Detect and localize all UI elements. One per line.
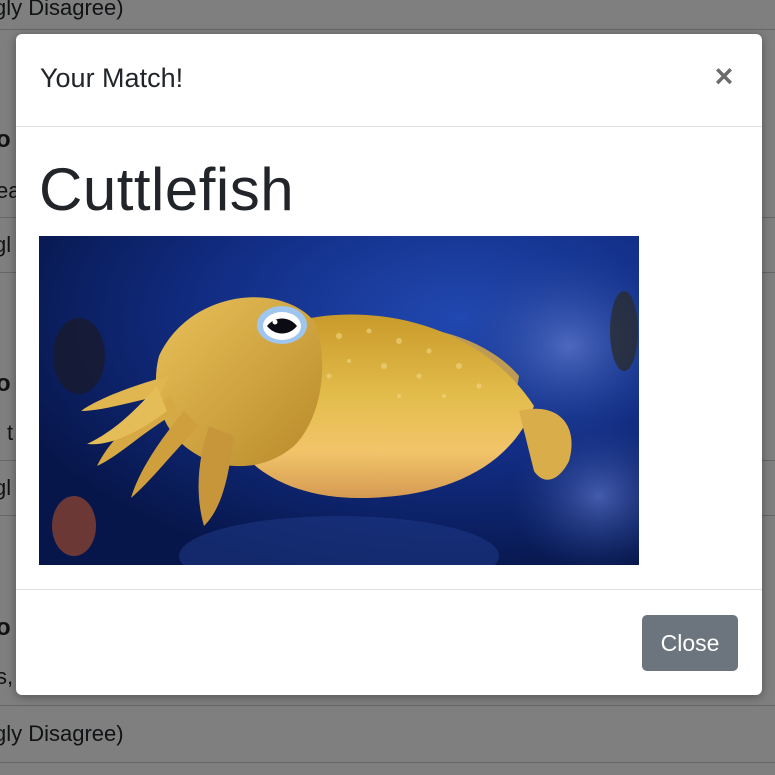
- modal-body: Cuttlefish: [16, 127, 762, 589]
- cuttlefish-photo: [39, 236, 639, 565]
- close-icon[interactable]: ×: [712, 60, 736, 92]
- match-animal-name: Cuttlefish: [39, 156, 295, 223]
- modal-title: Your Match!: [40, 63, 184, 93]
- modal-footer: Close: [16, 589, 762, 695]
- modal-header: Your Match! ×: [16, 34, 762, 127]
- close-button[interactable]: Close: [642, 615, 738, 671]
- match-modal: Your Match! × Cuttlefish Close: [16, 34, 762, 695]
